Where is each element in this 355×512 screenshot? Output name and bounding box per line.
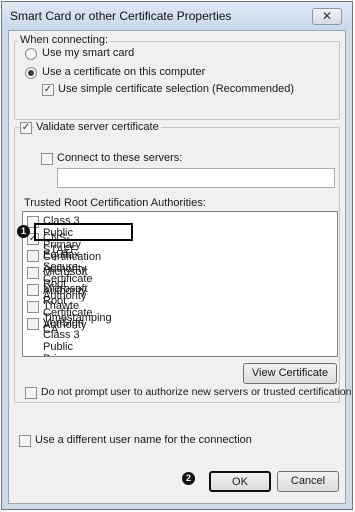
close-icon: ✕ — [321, 9, 333, 23]
use-smart-card-radio[interactable] — [25, 48, 37, 60]
authority-checkbox[interactable] — [27, 267, 39, 279]
simple-selection-label[interactable]: Use simple certificate selection (Recomm… — [58, 83, 294, 95]
view-certificate-button[interactable]: View Certificate — [243, 363, 337, 384]
connect-servers-label[interactable]: Connect to these servers: — [57, 152, 182, 164]
use-certificate-label[interactable]: Use a certificate on this computer — [42, 66, 205, 78]
different-user-label[interactable]: Use a different user name for the connec… — [35, 434, 252, 446]
validate-server-checkbox[interactable] — [20, 122, 32, 134]
window-title: Smart Card or other Certificate Properti… — [10, 9, 232, 23]
use-smart-card-label[interactable]: Use my smart card — [42, 47, 134, 59]
close-button[interactable]: ✕ — [312, 8, 342, 25]
authority-checkbox[interactable] — [27, 284, 39, 296]
validate-group: Validate server certificate Connect to t… — [14, 121, 351, 403]
connect-servers-checkbox[interactable] — [41, 153, 53, 165]
cancel-button[interactable]: Cancel — [277, 471, 339, 492]
trusted-authorities-label: Trusted Root Certification Authorities: — [24, 197, 206, 209]
authority-label: VeriSign Class 3 Public Primary Certific… — [43, 317, 84, 356]
ok-button[interactable]: OK — [209, 471, 271, 492]
use-certificate-radio[interactable] — [25, 67, 37, 79]
when-connecting-group: When connecting: Use my smart card Use a… — [14, 34, 340, 120]
authority-checkbox[interactable] — [27, 318, 39, 330]
do-not-prompt-label[interactable]: Do not prompt user to authorize new serv… — [41, 386, 351, 398]
different-user-checkbox[interactable] — [19, 435, 31, 447]
servers-input[interactable] — [57, 168, 335, 188]
when-connecting-label: When connecting: — [18, 34, 111, 46]
validate-server-label[interactable]: Validate server certificate — [34, 121, 161, 133]
dialog-body: When connecting: Use my smart card Use a… — [8, 30, 351, 504]
callout-marker-2: 2 — [182, 472, 195, 485]
simple-selection-checkbox[interactable] — [42, 84, 54, 96]
certificate-properties-dialog: Smart Card or other Certificate Properti… — [1, 1, 353, 510]
authority-checkbox[interactable] — [27, 301, 39, 313]
callout-marker-1: 1 — [17, 225, 30, 238]
cns-staff-highlight — [34, 223, 133, 241]
title-bar: Smart Card or other Certificate Properti… — [2, 2, 352, 30]
authority-checkbox[interactable] — [27, 250, 39, 262]
do-not-prompt-checkbox[interactable] — [25, 387, 37, 399]
